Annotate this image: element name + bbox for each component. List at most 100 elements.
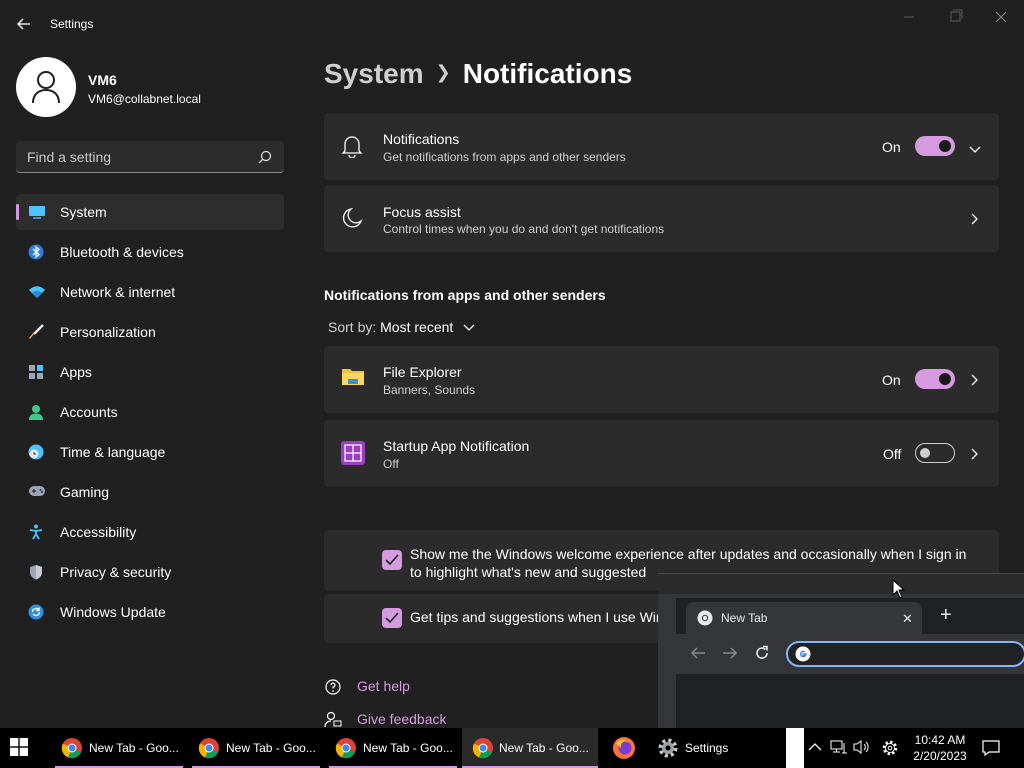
sidebar-item-accounts[interactable]: Accounts — [16, 394, 284, 430]
chevron-down-icon[interactable] — [969, 141, 981, 159]
taskbar-firefox[interactable] — [606, 728, 642, 768]
chrome-logo-icon — [472, 737, 494, 759]
windows-start-icon[interactable] — [10, 738, 30, 758]
taskbar-item-label: New Tab - Goo... — [499, 741, 589, 755]
chevron-right-icon[interactable] — [971, 373, 979, 391]
app-state: On — [882, 372, 901, 388]
sidebar-item-label: Accessibility — [60, 524, 137, 540]
close-tab-icon[interactable]: ✕ — [902, 611, 913, 627]
notification-center-icon[interactable] — [982, 739, 1000, 762]
back-arrow-icon[interactable] — [14, 14, 34, 34]
file-explorer-toggle[interactable] — [915, 369, 955, 389]
taskbar-chrome-window[interactable]: New Tab - Goo... — [55, 728, 183, 768]
sidebar-item-accessibility[interactable]: Accessibility — [16, 514, 284, 550]
minimize-button[interactable] — [886, 6, 932, 28]
notifications-title: Notifications — [383, 131, 460, 147]
taskbar: New Tab - Goo... New Tab - Goo... New Ta… — [0, 728, 1024, 768]
sort-dropdown[interactable]: Sort by: Most recent — [328, 319, 475, 335]
close-window-button[interactable] — [978, 6, 1024, 28]
section-title: Notifications from apps and other sender… — [324, 287, 606, 303]
breadcrumb-parent[interactable]: System — [324, 58, 424, 89]
settings-gear-icon[interactable] — [881, 739, 899, 762]
chrome-tab-bar: New Tab ✕ + — [676, 598, 1024, 634]
page-title: Notifications — [462, 58, 633, 89]
taskbar-settings[interactable]: Settings — [651, 728, 777, 768]
chrome-titlebar[interactable] — [658, 574, 1024, 594]
monitor-icon — [28, 204, 45, 220]
maximize-button[interactable] — [932, 6, 978, 28]
chevron-right-icon[interactable] — [971, 212, 979, 230]
new-tab-button[interactable]: + — [940, 604, 952, 627]
sidebar-item-system[interactable]: System — [16, 194, 284, 230]
app-detail: Off — [383, 457, 399, 471]
chrome-tab[interactable]: New Tab ✕ — [686, 602, 922, 634]
sidebar-item-gaming[interactable]: Gaming — [16, 474, 284, 510]
taskbar-chrome-window-active[interactable]: New Tab - Goo... — [462, 728, 598, 768]
breadcrumb: System ❯ Notifications — [324, 58, 632, 90]
reload-icon[interactable] — [754, 645, 770, 666]
sidebar-item-time-language[interactable]: Time & language — [16, 434, 284, 470]
avatar — [16, 57, 76, 117]
clock-date: 2/20/2023 — [913, 749, 967, 763]
chrome-tab-title: New Tab — [721, 611, 768, 625]
sidebar-item-personalization[interactable]: Personalization — [16, 314, 284, 350]
accessibility-icon — [28, 524, 44, 540]
chrome-page — [676, 674, 1024, 730]
notifications-toggle[interactable] — [915, 136, 955, 156]
sidebar-item-windows-update[interactable]: Windows Update — [16, 594, 284, 630]
system-clock[interactable]: 10:42 AM 2/20/2023 — [910, 732, 970, 764]
omnibox-input[interactable] — [786, 641, 1024, 667]
forward-arrow-icon[interactable] — [722, 646, 738, 665]
apps-icon — [28, 364, 44, 380]
sidebar-item-label: Network & internet — [60, 284, 176, 300]
back-arrow-icon[interactable] — [690, 646, 706, 665]
user-email: VM6@collabnet.local — [88, 92, 201, 106]
sort-label: Sort by: — [328, 319, 377, 335]
chevron-up-icon[interactable] — [808, 739, 822, 760]
network-icon[interactable] — [830, 739, 848, 760]
sidebar-item-bluetooth[interactable]: Bluetooth & devices — [16, 234, 284, 270]
app-name: Startup App Notification — [383, 438, 530, 454]
firefox-icon — [612, 736, 636, 765]
chrome-logo-icon — [198, 737, 220, 759]
person-icon — [28, 404, 44, 420]
sort-value: Most recent — [380, 319, 454, 335]
sidebar-nav: System Bluetooth & devices Network & int… — [16, 194, 284, 634]
sidebar-item-privacy[interactable]: Privacy & security — [16, 554, 284, 590]
taskbar-chrome-window[interactable]: New Tab - Goo... — [192, 728, 320, 768]
sidebar-item-network[interactable]: Network & internet — [16, 274, 284, 310]
help-icon — [324, 679, 342, 699]
chrome-logo-icon — [335, 737, 357, 759]
get-help-link[interactable]: Get help — [324, 678, 410, 699]
sidebar-item-apps[interactable]: Apps — [16, 354, 284, 390]
taskbar-item-label: New Tab - Goo... — [89, 741, 179, 755]
chrome-logo-icon — [61, 737, 83, 759]
gamepad-icon — [28, 484, 45, 500]
taskbar-chrome-window[interactable]: New Tab - Goo... — [329, 728, 457, 768]
app-detail: Banners, Sounds — [383, 383, 476, 397]
search-placeholder: Find a setting — [27, 149, 112, 165]
app-row-file-explorer[interactable]: File Explorer Banners, Sounds On — [324, 346, 999, 413]
welcome-experience-checkbox[interactable] — [382, 550, 402, 570]
search-input[interactable]: Find a setting — [16, 141, 284, 173]
startup-app-toggle[interactable] — [915, 443, 955, 463]
focus-assist-card[interactable]: Focus assist Control times when you do a… — [324, 185, 999, 252]
sidebar-item-label: System — [60, 204, 107, 220]
user-profile[interactable]: VM6 VM6@collabnet.local — [16, 57, 286, 119]
chevron-right-icon[interactable] — [971, 447, 979, 465]
notifications-card[interactable]: Notifications Get notifications from app… — [324, 113, 999, 180]
sidebar-item-label: Windows Update — [60, 604, 166, 620]
update-icon — [28, 604, 44, 620]
app-row-startup-app[interactable]: Startup App Notification Off Off — [324, 420, 999, 487]
sidebar-item-label: Accounts — [60, 404, 118, 420]
volume-icon[interactable] — [853, 739, 871, 760]
search-icon[interactable] — [258, 150, 272, 169]
folder-icon — [341, 365, 365, 394]
brush-icon — [28, 324, 44, 340]
clock-time: 10:42 AM — [914, 733, 966, 747]
wifi-icon — [28, 284, 45, 300]
app-title: Settings — [50, 17, 94, 31]
tips-checkbox[interactable] — [382, 608, 402, 628]
chrome-window[interactable]: New Tab ✕ + — [658, 573, 1024, 730]
sidebar-item-label: Privacy & security — [60, 564, 172, 580]
